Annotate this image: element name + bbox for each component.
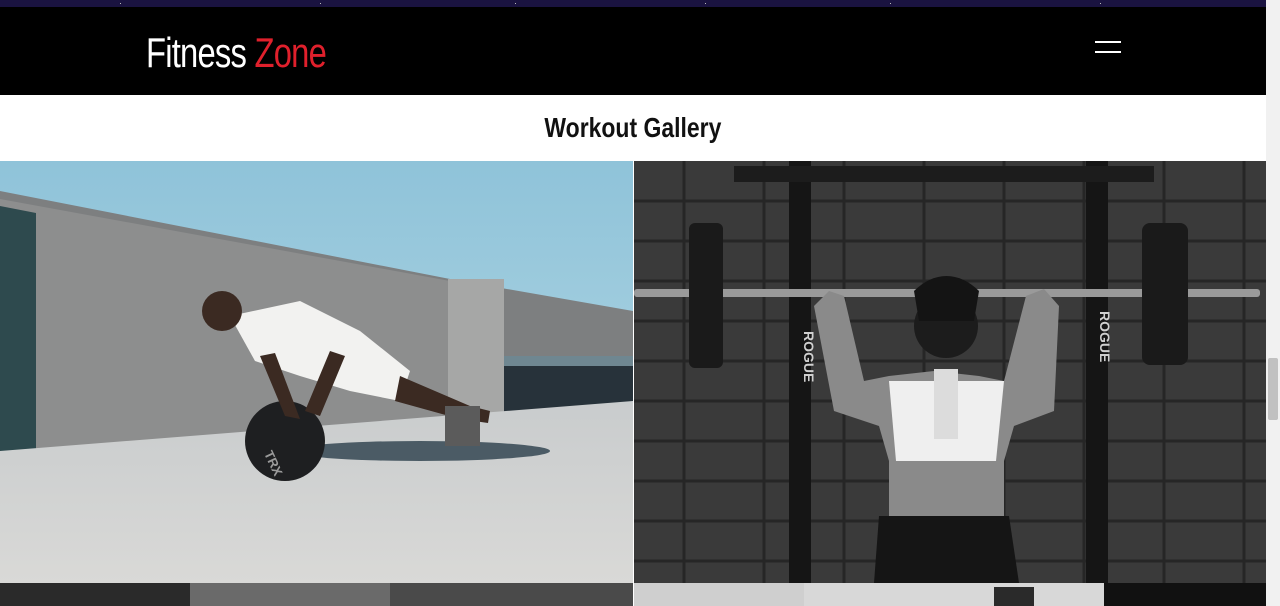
gallery-image-4[interactable]: [634, 583, 1266, 606]
gallery-image-3[interactable]: [0, 583, 633, 606]
brand-word-fitness: Fitness: [146, 29, 247, 76]
gallery-image-barbell[interactable]: ROGUE ROGUE: [634, 161, 1266, 583]
scrollbar-thumb[interactable]: [1268, 358, 1278, 420]
brand-logo[interactable]: Fitness Zone: [146, 27, 327, 79]
gallery-heading: Workout Gallery: [544, 112, 722, 143]
gallery-image-pushup[interactable]: TRX: [0, 161, 633, 583]
top-starfield-strip: [0, 0, 1280, 7]
svg-text:ROGUE: ROGUE: [1097, 311, 1113, 362]
brand-word-zone: Zone: [254, 29, 327, 76]
page-scrollbar[interactable]: [1266, 0, 1280, 606]
svg-text:ROGUE: ROGUE: [801, 331, 817, 382]
hamburger-menu-icon[interactable]: [1093, 38, 1123, 56]
navbar: Fitness Zone: [0, 7, 1266, 95]
